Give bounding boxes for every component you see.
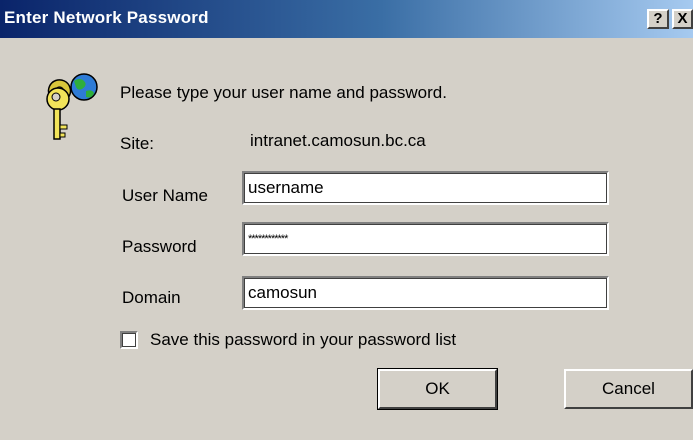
site-label: Site: — [120, 134, 155, 153]
close-button[interactable]: X — [672, 9, 693, 29]
keys-with-globe-icon — [46, 73, 98, 140]
cancel-button[interactable]: Cancel — [564, 369, 693, 409]
password-field[interactable] — [242, 222, 609, 256]
title-bar[interactable]: Enter Network Password ? X — [0, 0, 693, 38]
domain-field[interactable] — [242, 276, 609, 310]
save-password-label[interactable]: Save this password in your password list — [150, 330, 456, 350]
site-value: intranet.camosun.bc.ca — [250, 131, 426, 150]
network-password-dialog: Enter Network Password ? X Please type y… — [0, 0, 693, 440]
username-label: User Name — [122, 186, 208, 205]
password-label: Password — [122, 237, 197, 256]
help-button[interactable]: ? — [647, 9, 669, 29]
username-field[interactable] — [242, 171, 609, 205]
save-password-checkbox[interactable] — [120, 331, 138, 349]
domain-label: Domain — [122, 288, 181, 307]
instruction-text: Please type your user name and password. — [120, 83, 447, 102]
ok-button[interactable]: OK — [377, 368, 498, 410]
window-title: Enter Network Password — [4, 8, 209, 27]
